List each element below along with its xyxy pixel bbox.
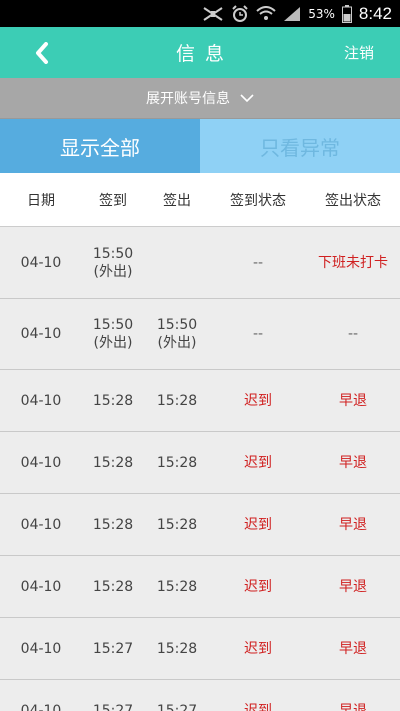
row-check-out: 15:27 <box>156 702 198 711</box>
row-date: 04-10 <box>20 454 62 471</box>
status-bar: 53% 8:42 <box>0 0 400 27</box>
filter-tabs: 显示全部 只看异常 <box>0 119 400 173</box>
clock-time: 8:42 <box>358 3 392 23</box>
row-check-out-status: 下班未打卡 <box>318 255 388 271</box>
row-date: 04-10 <box>20 640 62 657</box>
row-check-out: 15:28 <box>156 516 198 533</box>
signal-strength-icon <box>202 6 224 22</box>
row-check-out-status: 早退 <box>339 454 367 471</box>
row-check-in: 15:28 <box>92 578 134 595</box>
chevron-down-icon <box>240 94 254 103</box>
logout-button[interactable]: 注销 <box>344 42 374 63</box>
row-check-out: 15:28 <box>156 640 198 657</box>
row-check-in-status: 迟到 <box>244 516 272 533</box>
row-check-out-status: -- <box>347 326 359 342</box>
row-check-out: 15:50 (外出) <box>156 317 198 351</box>
table-row[interactable]: 04-10 15:50 (外出) 15:50 (外出) -- -- <box>0 299 400 370</box>
expand-account-info-label: 展开账号信息 <box>146 91 230 107</box>
table-row[interactable]: 04-10 15:27 15:27 迟到 早退 <box>0 680 400 711</box>
tab-abnormal-only[interactable]: 只看异常 <box>200 119 400 173</box>
cell-signal-icon <box>283 6 301 22</box>
app-header: 信息 注销 <box>0 27 400 78</box>
table-header: 日期 签到 签出 签到状态 签出状态 <box>0 173 400 227</box>
row-date: 04-10 <box>20 516 62 533</box>
row-check-in-status: -- <box>252 255 264 271</box>
column-header-check-in-status: 签到状态 <box>230 192 286 209</box>
row-check-in-status: 迟到 <box>244 392 272 409</box>
row-check-out: 15:28 <box>156 578 198 595</box>
row-date: 04-10 <box>20 255 62 271</box>
column-header-check-out-status: 签出状态 <box>325 192 381 209</box>
table-row[interactable]: 04-10 15:28 15:28 迟到 早退 <box>0 432 400 494</box>
battery-icon <box>341 4 352 23</box>
row-check-out-status: 早退 <box>339 516 367 533</box>
row-check-out-status: 早退 <box>339 640 367 657</box>
row-check-in: 15:28 <box>92 516 134 533</box>
row-check-in-status: -- <box>252 326 264 342</box>
row-check-out-status: 早退 <box>339 702 367 711</box>
row-date: 04-10 <box>20 702 62 711</box>
row-check-in-status: 迟到 <box>244 640 272 657</box>
column-header-date: 日期 <box>27 192 55 209</box>
row-date: 04-10 <box>20 326 62 342</box>
row-check-out: 15:28 <box>156 392 198 409</box>
row-check-in-status: 迟到 <box>244 702 272 711</box>
row-check-in: 15:50 (外出) <box>92 246 134 280</box>
wifi-icon <box>256 5 276 22</box>
column-header-check-in: 签到 <box>99 192 127 209</box>
row-date: 04-10 <box>20 392 62 409</box>
row-check-in: 15:28 <box>92 392 134 409</box>
row-date: 04-10 <box>20 578 62 595</box>
row-check-in-status: 迟到 <box>244 454 272 471</box>
row-check-in: 15:50 (外出) <box>92 317 134 351</box>
table-row[interactable]: 04-10 15:28 15:28 迟到 早退 <box>0 494 400 556</box>
row-check-out-status: 早退 <box>339 392 367 409</box>
tab-show-all[interactable]: 显示全部 <box>0 119 200 173</box>
battery-percent: 53% <box>308 6 335 21</box>
table-row[interactable]: 04-10 15:27 15:28 迟到 早退 <box>0 618 400 680</box>
row-check-in: 15:28 <box>92 454 134 471</box>
column-header-check-out: 签出 <box>163 192 191 209</box>
alarm-icon <box>231 4 249 23</box>
expand-account-info-bar[interactable]: 展开账号信息 <box>0 78 400 119</box>
page-title: 信息 <box>175 43 234 65</box>
row-check-out: 15:28 <box>156 454 198 471</box>
attendance-list: 04-10 15:50 (外出) -- 下班未打卡 04-10 15:50 (外… <box>0 228 400 711</box>
row-check-in: 15:27 <box>92 640 134 657</box>
row-check-in: 15:27 <box>92 702 134 711</box>
row-check-in-status: 迟到 <box>244 578 272 595</box>
row-check-out-status: 早退 <box>339 578 367 595</box>
table-row[interactable]: 04-10 15:28 15:28 迟到 早退 <box>0 556 400 618</box>
table-row[interactable]: 04-10 15:28 15:28 迟到 早退 <box>0 370 400 432</box>
table-row[interactable]: 04-10 15:50 (外出) -- 下班未打卡 <box>0 228 400 299</box>
